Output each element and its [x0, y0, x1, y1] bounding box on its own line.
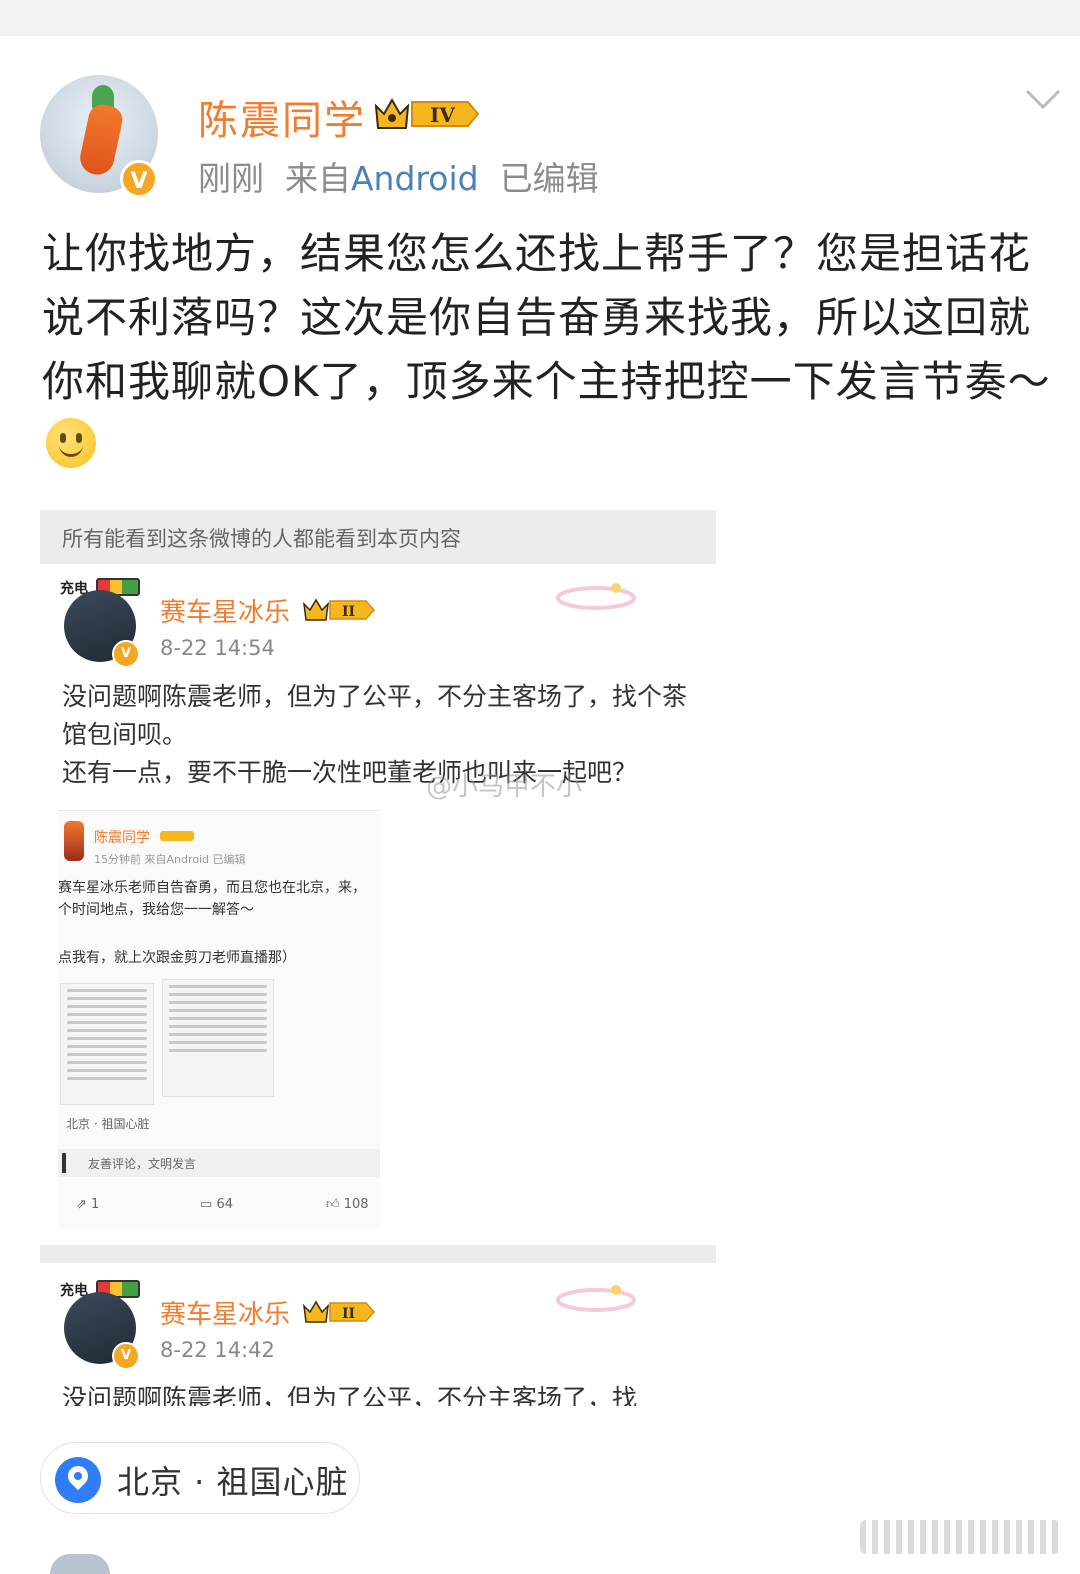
svg-text:II: II [342, 604, 355, 620]
embedded-comment-placeholder: 友善评论，文明发言 [88, 1157, 197, 1171]
decoration-card-icon [556, 1285, 636, 1312]
embedded-post-screenshot: 陈震同学 15分钟前 来自Android 已编辑 赛车星冰乐老师自告奋勇，而且您… [58, 810, 380, 1229]
level-badge-icon [160, 831, 194, 841]
comment-text: 没问题啊陈震老师，但为了公平，不分主客场了，找 [62, 1384, 638, 1406]
embedded-avatar [64, 821, 84, 861]
embedded-text: 赛车星冰乐老师自告奋勇，而且您也在北京，来， 个时间地点，我给您一一解答～ [58, 880, 366, 918]
visibility-banner: 所有能看到这条微博的人都能看到本页内容 [40, 510, 716, 564]
embedded-location: 北京 · 祖国心脏 [66, 1117, 150, 1131]
embedded-meta: 15分钟前 来自Android 已编辑 [94, 853, 246, 866]
level-badge-icon: IV [374, 97, 480, 129]
embedded-comments: ▭ 64 [200, 1197, 233, 1212]
watermark-graphic [860, 1520, 1060, 1554]
comment-time: 8-22 14:42 [160, 1338, 275, 1362]
source-prefix: 来自 [284, 159, 351, 198]
post-body: 让你找地方，结果您怎么还找上帮手了？您是担话花说不利落吗？这次是你自告奋勇来找我… [42, 222, 1052, 478]
embedded-thumbnail [60, 983, 154, 1105]
comment-text: 没问题啊陈震老师，但为了公平，不分主客场了，找个茶馆包间呗。 还有一点，要不干脆… [62, 682, 688, 787]
top-strip [0, 0, 1080, 36]
location-pin-icon [55, 1457, 101, 1503]
embedded-thumbnail [162, 979, 274, 1097]
embedded-comment-count: 64 [216, 1197, 233, 1212]
location-tag[interactable]: 北京 · 祖国心脏 [40, 1442, 360, 1514]
chevron-down-icon[interactable] [1025, 88, 1061, 110]
embedded-comment-box: 友善评论，文明发言 [58, 1149, 380, 1177]
level-badge-icon: II [302, 1300, 376, 1323]
svg-text:II: II [342, 1306, 355, 1322]
verified-badge-icon: V [112, 1342, 140, 1370]
carrot-graphic [77, 102, 125, 178]
username[interactable]: 陈震同学 [198, 88, 366, 146]
edited-label[interactable]: 已编辑 [500, 159, 599, 198]
like-icon: 👍︎ [326, 1197, 340, 1212]
smiley-emoji-icon [46, 418, 96, 468]
embedded-repost: ⇗ 1 [76, 1197, 99, 1212]
watermark: @小马甲不小 [426, 772, 583, 802]
level-badge-icon: II [302, 598, 376, 621]
embedded-username: 陈震同学 [94, 830, 150, 846]
embedded-subtext: 点我有，就上次跟金剪刀老师直播那） [58, 950, 296, 966]
embedded-like-count: 108 [343, 1197, 369, 1212]
attached-image[interactable]: 所有能看到这条微博的人都能看到本页内容 充电 V 赛车星冰乐 II 8-22 1… [40, 510, 716, 1406]
post-meta: 刚刚 来自Android 已编辑 [198, 152, 599, 200]
commenter-name[interactable]: 赛车星冰乐 [160, 592, 290, 629]
comment-time: 8-22 14:54 [160, 636, 275, 660]
embedded-repost-count: 1 [91, 1197, 100, 1212]
embedded-likes: 👍︎ 108 [326, 1197, 369, 1212]
level-text: IV [430, 103, 455, 127]
commenter-name[interactable]: 赛车星冰乐 [160, 1294, 290, 1331]
source-link[interactable]: Android [351, 159, 479, 198]
post-text: 让你找地方，结果您怎么还找上帮手了？您是担话花说不利落吗？这次是你自告奋勇来找我… [42, 229, 1051, 406]
verified-badge-icon: V [120, 160, 158, 198]
comment-divider [40, 1245, 716, 1263]
decoration-card-icon [556, 583, 636, 610]
location-label: 北京 · 祖国心脏 [117, 1463, 349, 1501]
embedded-comment-bar [62, 1153, 66, 1173]
verified-badge-icon: V [112, 640, 140, 668]
post-time: 刚刚 [198, 159, 264, 198]
comment-icon: ▭ [200, 1197, 213, 1212]
repost-icon: ⇗ [76, 1197, 87, 1212]
next-avatar [50, 1554, 110, 1574]
